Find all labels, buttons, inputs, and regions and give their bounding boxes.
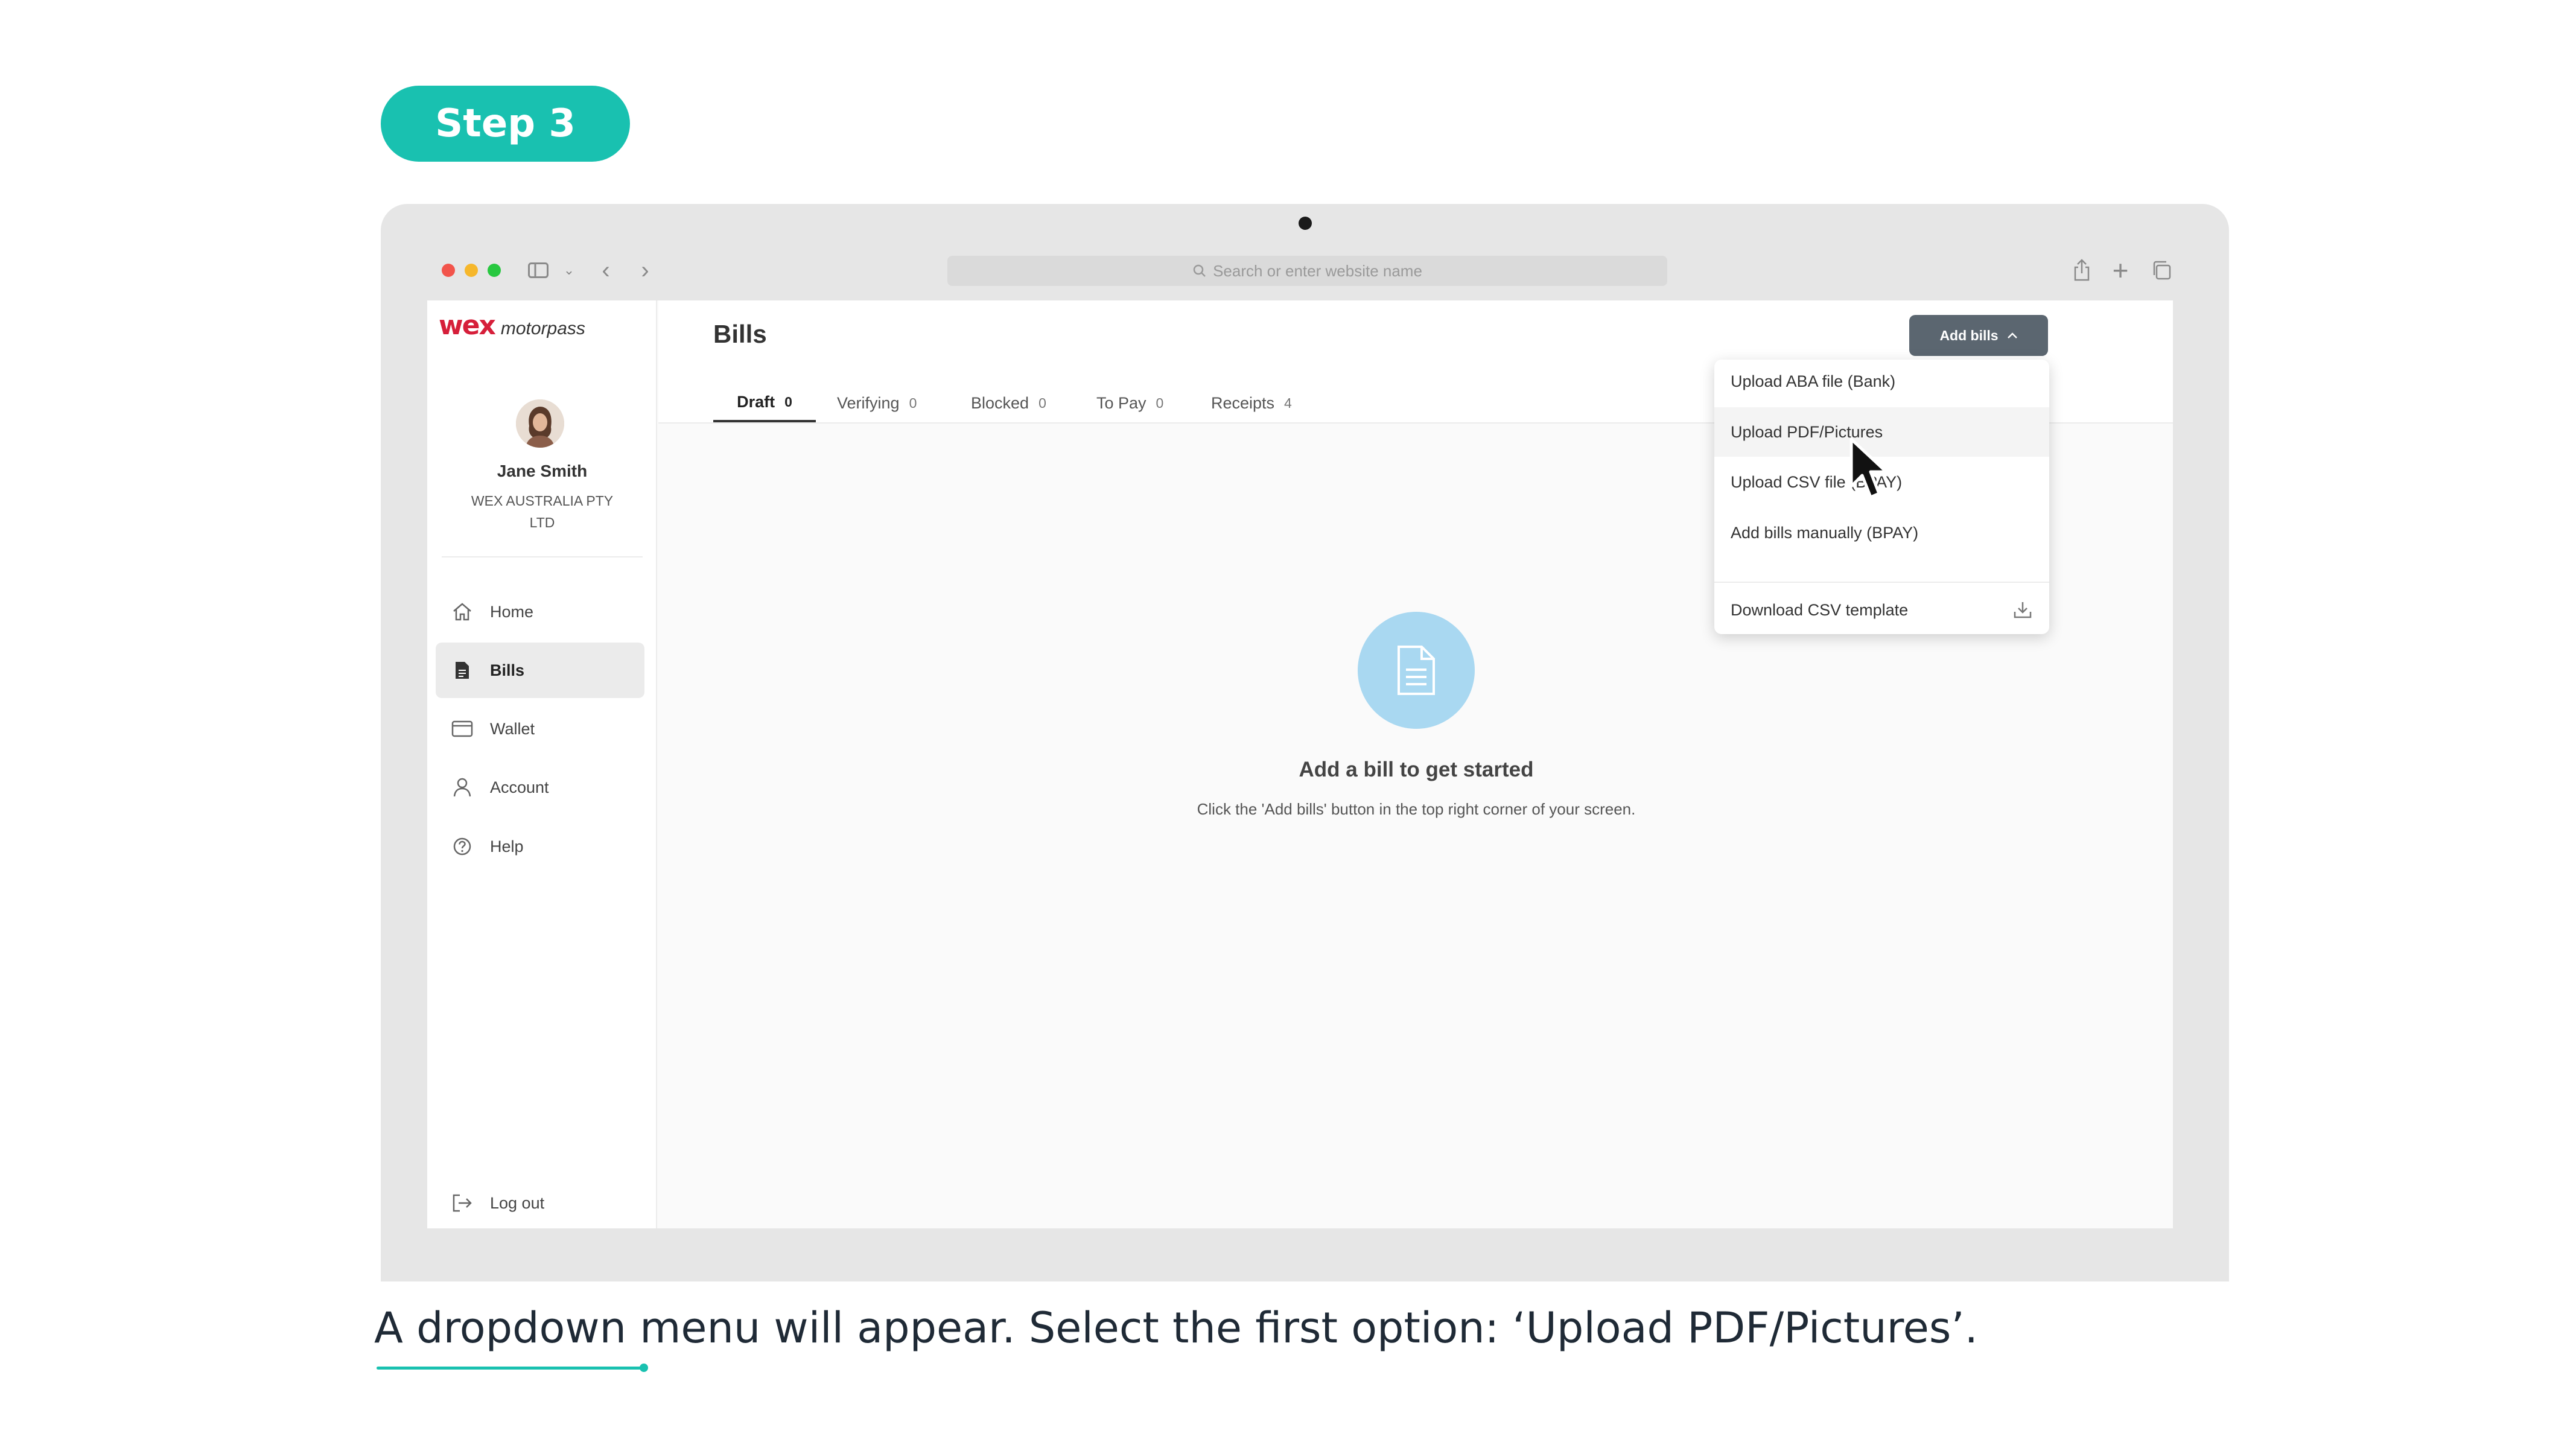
logout-label: Log out [490,1193,545,1212]
user-name: Jane Smith [497,462,588,480]
instruction-caption: A dropdown menu will appear. Select the … [374,1303,1978,1353]
step-label: Step 3 [381,86,630,162]
tab-label: Draft [737,392,775,411]
tab-overview-icon[interactable] [2151,257,2172,284]
empty-state-document-icon [1358,612,1475,729]
empty-state-title: Add a bill to get started [1299,758,1534,781]
bill-icon [450,661,474,680]
tab-label: Verifying [837,393,900,412]
sidebar-item-label: Account [490,778,549,796]
camera-dot [1299,217,1312,230]
logout-button[interactable]: Log out [436,1175,644,1231]
logo-wex: wex [439,310,496,341]
sidebar-item-wallet[interactable]: Wallet [436,701,644,757]
sidebar-item-label: Help [490,837,524,856]
help-icon [450,837,474,856]
maximize-window-button[interactable] [488,264,501,277]
user-company: WEX AUSTRALIA PTY LTD [471,493,614,530]
caption-underline [377,1367,642,1370]
tab-label: Receipts [1211,393,1275,412]
sidebar-item-bills[interactable]: Bills [436,643,644,698]
wex-motorpass-logo[interactable]: wex motorpass [439,310,585,341]
caption-underline-dot [640,1364,648,1372]
home-icon [450,602,474,621]
logo-motorpass: motorpass [500,319,585,338]
new-tab-icon[interactable]: + [2110,255,2131,286]
menu-divider [1714,582,2049,583]
sidebar-item-label: Bills [490,661,525,679]
search-icon [1193,264,1206,277]
page-title: Bills [713,320,767,348]
tab-verifying[interactable]: Verifying 0 [837,384,917,422]
menu-item-add-manually[interactable]: Add bills manually (BPAY) [1714,508,2049,557]
add-bills-button[interactable]: Add bills [1909,315,2048,356]
tab-count: 4 [1284,395,1292,411]
sidebar-item-label: Wallet [490,719,535,738]
chevron-down-icon[interactable]: ⌄ [561,257,577,284]
add-bills-label: Add bills [1939,327,1999,343]
download-icon [2014,602,2032,618]
tab-draft[interactable]: Draft 0 [713,384,816,422]
menu-item-download-csv-template[interactable]: Download CSV template [1714,585,2049,635]
sidebar-item-home[interactable]: Home [436,584,644,640]
sidebar-toggle-icon[interactable] [526,257,550,284]
avatar[interactable] [516,399,564,448]
close-window-button[interactable] [442,264,455,277]
mouse-cursor-icon [1849,437,1888,499]
chevron-up-icon [2007,332,2017,338]
sidebar-item-account[interactable]: Account [436,760,644,815]
address-bar[interactable]: Search or enter website name [947,256,1667,286]
address-placeholder: Search or enter website name [1213,261,1422,280]
tab-count: 0 [1156,395,1164,411]
menu-item-upload-aba[interactable]: Upload ABA file (Bank) [1714,357,2049,406]
tab-blocked[interactable]: Blocked 0 [971,384,1046,422]
wallet-icon [450,720,474,738]
sidebar-item-help[interactable]: Help [436,819,644,874]
download-csv-label: Download CSV template [1731,600,1909,619]
back-arrow-icon[interactable]: ‹ [597,257,614,284]
tab-receipts[interactable]: Receipts 4 [1211,384,1292,422]
sidebar-divider [442,556,643,557]
sidebar-item-label: Home [490,602,534,621]
empty-state-description: Click the 'Add bills' button in the top … [1197,800,1636,818]
forward-arrow-icon[interactable]: › [637,257,654,284]
logout-icon [450,1193,474,1213]
tab-count: 0 [909,395,917,411]
tab-label: Blocked [971,393,1029,412]
tab-to-pay[interactable]: To Pay 0 [1096,384,1163,422]
tab-label: To Pay [1096,393,1146,412]
share-icon[interactable] [2071,257,2093,284]
tab-count: 0 [1038,395,1046,411]
tab-count: 0 [784,393,792,410]
minimize-window-button[interactable] [465,264,478,277]
user-icon [450,778,474,797]
